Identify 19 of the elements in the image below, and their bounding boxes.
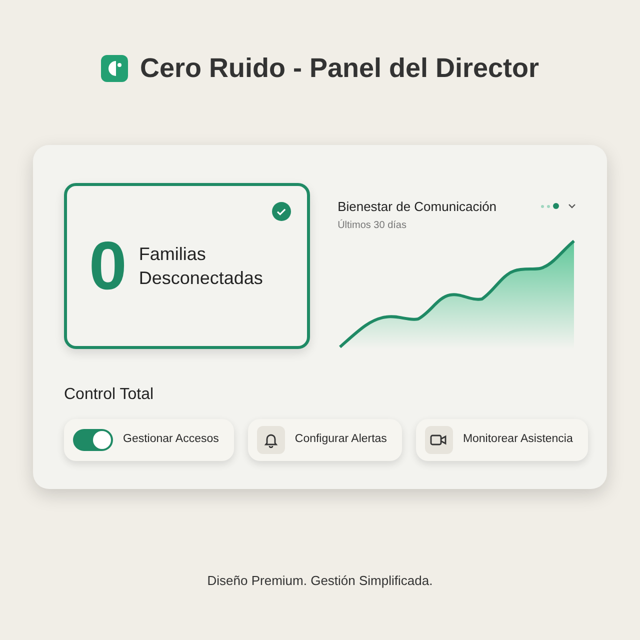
logo-icon bbox=[100, 54, 128, 82]
footer-text: Diseño Premium. Gestión Simplificada. bbox=[207, 572, 433, 590]
control-card[interactable]: Gestionar Accesos bbox=[64, 419, 234, 461]
control-card[interactable]: Configurar Alertas bbox=[248, 419, 402, 461]
control-label: Monitorear Asistencia bbox=[462, 432, 574, 448]
toggle-switch[interactable] bbox=[73, 429, 113, 451]
control-label: Gestionar Accesos bbox=[123, 432, 220, 448]
control-label: Configurar Alertas bbox=[294, 432, 388, 448]
stat-value: 0 bbox=[89, 232, 127, 300]
video-camera-icon bbox=[430, 434, 448, 446]
chart-subtitle: Últimos 30 días bbox=[338, 218, 408, 233]
chevron-down-icon[interactable] bbox=[568, 203, 576, 210]
stat-label: Familias bbox=[138, 242, 207, 266]
stat-label: Desconectadas bbox=[138, 266, 263, 290]
bell-icon bbox=[264, 432, 278, 448]
chart-title: Bienestar de Comunicación bbox=[338, 198, 497, 216]
page-title: Cero Ruido - Panel del Director bbox=[140, 52, 540, 85]
section-title: Control Total bbox=[64, 385, 155, 405]
control-card[interactable]: Monitorear Asistencia bbox=[416, 419, 588, 461]
